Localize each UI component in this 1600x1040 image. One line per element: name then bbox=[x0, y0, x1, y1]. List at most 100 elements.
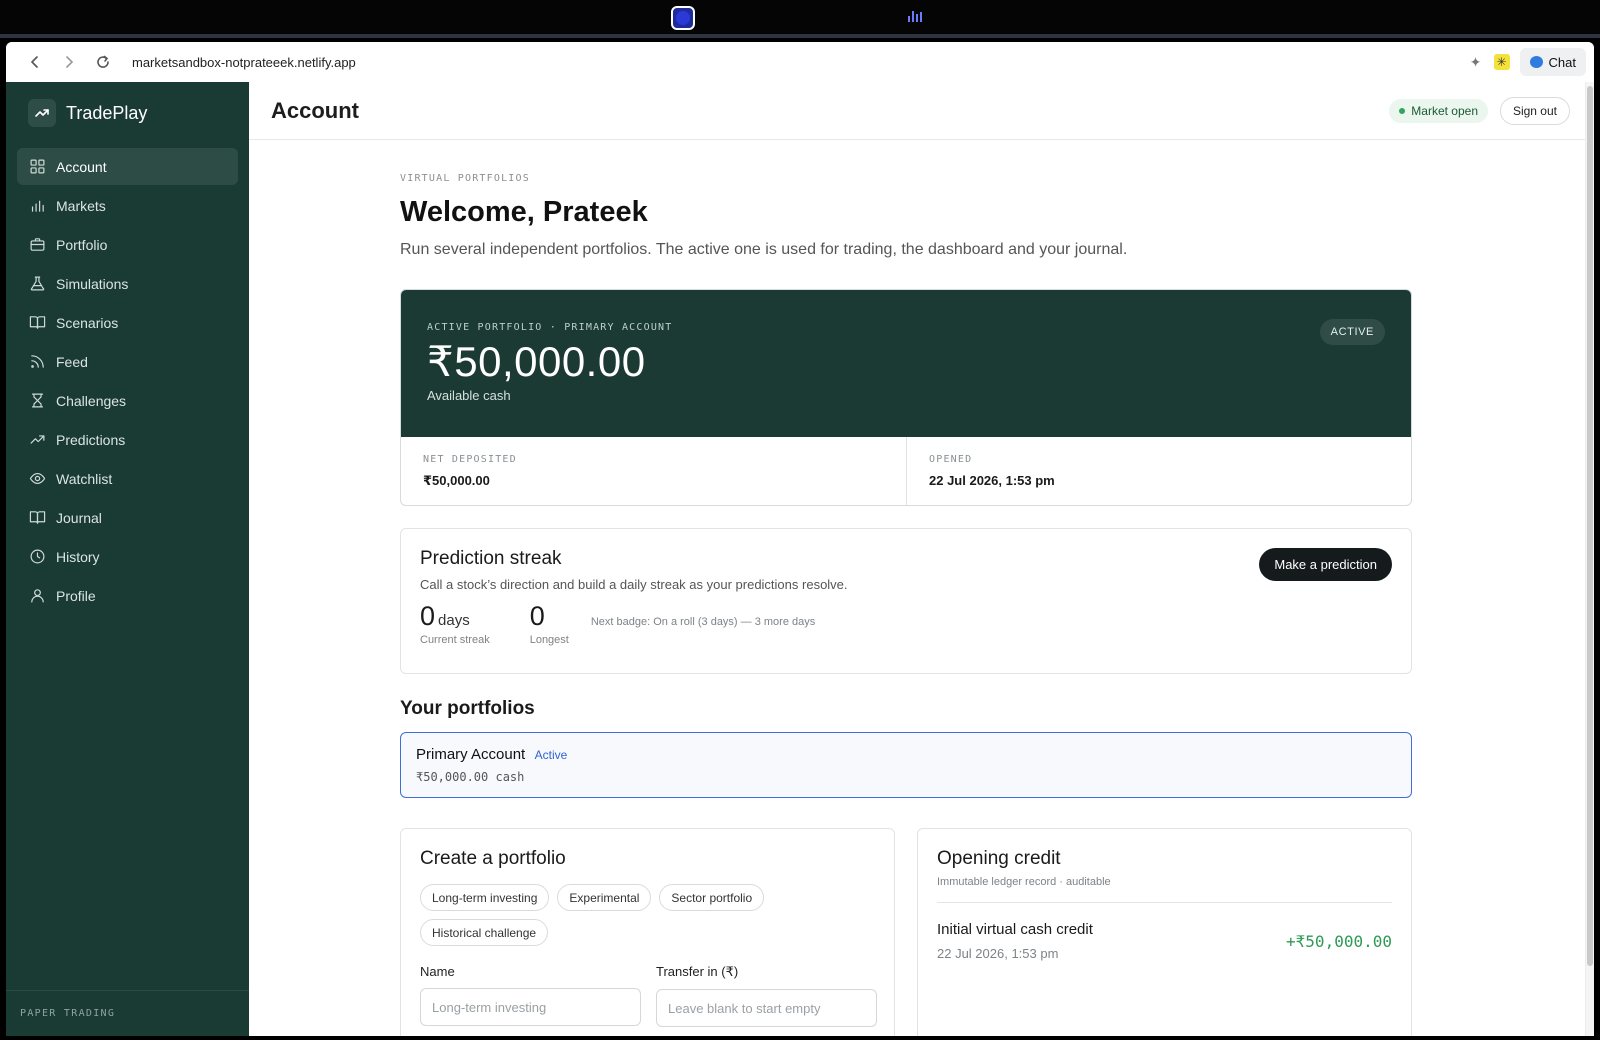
next-badge-text: Next badge: On a roll (3 days) — 3 more … bbox=[590, 616, 816, 628]
net-deposited-value: ₹50,000.00 bbox=[423, 473, 490, 488]
chat-button[interactable]: Chat bbox=[1519, 48, 1586, 76]
market-status-badge: Market open bbox=[1389, 99, 1488, 123]
reload-icon[interactable] bbox=[86, 42, 120, 82]
eye-icon bbox=[28, 470, 46, 488]
active-portfolio-card: ACTIVE PORTFOLIO · PRIMARY ACCOUNT ₹50,0… bbox=[400, 289, 1412, 506]
net-deposited: NET DEPOSITED ₹50,000.00 bbox=[401, 437, 906, 505]
clock-icon bbox=[28, 548, 46, 566]
brand[interactable]: TradePlay bbox=[6, 82, 249, 144]
streak-stats: 0 days Current streak 0 Longest Next badg… bbox=[420, 601, 1411, 646]
ledger-entry-name: Initial virtual cash credit bbox=[937, 921, 1093, 938]
current-streak-value: 0 bbox=[420, 601, 436, 631]
create-portfolio-title: Create a portfolio bbox=[420, 848, 566, 869]
sidebar-item-history[interactable]: History bbox=[17, 538, 238, 575]
sidebar-item-label: Challenges bbox=[56, 392, 127, 409]
app: TradePlay Account Markets Portfolio Simu… bbox=[6, 82, 1594, 1036]
sidebar-item-feed[interactable]: Feed bbox=[17, 343, 238, 380]
preset-chip[interactable]: Experimental bbox=[557, 884, 652, 911]
forward-icon[interactable] bbox=[52, 42, 86, 82]
active-portfolio-details: NET DEPOSITED ₹50,000.00 OPENED 22 Jul 2… bbox=[401, 437, 1411, 505]
available-cash-label: Available cash bbox=[427, 388, 511, 403]
longest-streak: 0 Longest bbox=[529, 601, 569, 645]
grid-icon bbox=[28, 158, 46, 176]
page-title: Account bbox=[271, 97, 359, 123]
sidebar-item-label: Portfolio bbox=[56, 236, 108, 253]
opened-value: 22 Jul 2026, 1:53 pm bbox=[929, 473, 1055, 488]
opening-credit-title: Opening credit bbox=[937, 848, 1061, 869]
sidebar-item-challenges[interactable]: Challenges bbox=[17, 382, 238, 419]
extension-sun-icon[interactable]: ✳ bbox=[1493, 54, 1510, 70]
sidebar-item-predictions[interactable]: Predictions bbox=[17, 421, 238, 458]
portfolio-tools: Create a portfolio Long-term investing E… bbox=[400, 828, 1412, 1036]
name-label: Name bbox=[420, 964, 455, 979]
browser-extensions: ✦ ✳ Chat bbox=[1468, 48, 1586, 76]
sidebar-item-profile[interactable]: Profile bbox=[17, 577, 238, 614]
sidebar: TradePlay Account Markets Portfolio Simu… bbox=[6, 82, 249, 1036]
system-bar bbox=[0, 0, 1600, 38]
preset-chip[interactable]: Long-term investing bbox=[420, 884, 550, 911]
sidebar-item-watchlist[interactable]: Watchlist bbox=[17, 460, 238, 497]
welcome-heading: Welcome, Prateek bbox=[400, 196, 648, 228]
current-streak-unit: days bbox=[438, 612, 470, 629]
preset-chips: Long-term investing Experimental Sector … bbox=[420, 884, 820, 946]
opened-date: OPENED 22 Jul 2026, 1:53 pm bbox=[906, 437, 1411, 505]
hourglass-icon bbox=[28, 392, 46, 410]
sidebar-item-journal[interactable]: Journal bbox=[17, 499, 238, 536]
create-portfolio-card: Create a portfolio Long-term investing E… bbox=[400, 828, 895, 1036]
back-icon[interactable] bbox=[18, 42, 52, 82]
trending-up-logo-icon bbox=[28, 99, 56, 127]
flask-icon bbox=[28, 275, 46, 293]
sidebar-nav: Account Markets Portfolio Simulations Sc… bbox=[6, 148, 249, 614]
current-streak: 0 days Current streak bbox=[420, 601, 490, 646]
portfolios-heading: Your portfolios bbox=[400, 698, 535, 719]
trending-up-icon bbox=[28, 431, 46, 449]
puzzle-icon[interactable]: ✦ bbox=[1468, 54, 1484, 70]
streak-subtitle: Call a stock’s direction and build a dai… bbox=[420, 577, 848, 592]
sidebar-footer: PAPER TRADING bbox=[6, 990, 249, 1036]
brand-name: TradePlay bbox=[66, 102, 148, 123]
page-scrollbar[interactable] bbox=[1585, 82, 1594, 1036]
prediction-streak-card: Prediction streak Call a stock’s directi… bbox=[400, 528, 1412, 674]
page-header: Account Market open Sign out bbox=[249, 82, 1594, 140]
chat-label: Chat bbox=[1548, 54, 1576, 70]
scrollbar-thumb[interactable] bbox=[1587, 86, 1593, 966]
transfer-amount-input[interactable] bbox=[656, 989, 877, 1027]
longest-streak-value: 0 bbox=[529, 601, 545, 631]
sidebar-item-label: History bbox=[56, 548, 100, 565]
portfolio-status: Active bbox=[534, 748, 568, 762]
browser-toolbar: marketsandbox-notprateeek.netlify.app ✦ … bbox=[6, 42, 1594, 82]
preset-chip[interactable]: Sector portfolio bbox=[659, 884, 765, 911]
address-bar[interactable]: marketsandbox-notprateeek.netlify.app bbox=[132, 55, 356, 70]
sidebar-item-label: Account bbox=[56, 158, 107, 175]
briefcase-icon bbox=[28, 236, 46, 254]
net-deposited-label: NET DEPOSITED bbox=[423, 454, 517, 465]
portfolio-list-item[interactable]: Primary Account Active ₹50,000.00 cash bbox=[400, 732, 1412, 798]
active-portfolio-summary: ACTIVE PORTFOLIO · PRIMARY ACCOUNT ₹50,0… bbox=[401, 290, 1411, 437]
sidebar-item-markets[interactable]: Markets bbox=[17, 187, 238, 224]
sidebar-item-label: Watchlist bbox=[56, 470, 113, 487]
make-prediction-button[interactable]: Make a prediction bbox=[1259, 548, 1392, 581]
main-content: Account Market open Sign out VIRTUAL POR… bbox=[249, 82, 1594, 1036]
divider bbox=[937, 902, 1392, 903]
preset-chip[interactable]: Historical challenge bbox=[420, 919, 549, 946]
opening-credit-subtitle: Immutable ledger record · auditable bbox=[937, 876, 1111, 888]
sidebar-item-account[interactable]: Account bbox=[17, 148, 238, 185]
portfolio-name-input[interactable] bbox=[420, 988, 641, 1026]
book-open-icon bbox=[28, 314, 46, 332]
status-dot-icon bbox=[1399, 108, 1406, 114]
sidebar-item-label: Feed bbox=[56, 353, 88, 370]
sidebar-item-scenarios[interactable]: Scenarios bbox=[17, 304, 238, 341]
sign-out-button[interactable]: Sign out bbox=[1499, 97, 1570, 125]
sidebar-item-label: Journal bbox=[56, 509, 102, 526]
audio-level-icon bbox=[908, 11, 922, 22]
user-icon bbox=[28, 587, 46, 605]
ledger-entry: Initial virtual cash credit 22 Jul 2026,… bbox=[937, 921, 1392, 961]
available-cash-amount: ₹50,000.00 bbox=[427, 338, 646, 385]
current-streak-label: Current streak bbox=[420, 633, 490, 646]
active-portfolio-eyebrow: ACTIVE PORTFOLIO · PRIMARY ACCOUNT bbox=[427, 322, 673, 333]
sidebar-item-simulations[interactable]: Simulations bbox=[17, 265, 238, 302]
sidebar-item-portfolio[interactable]: Portfolio bbox=[17, 226, 238, 263]
chat-bubble-icon bbox=[1529, 56, 1543, 68]
book-icon bbox=[28, 509, 46, 527]
create-portfolio-form: Name Transfer in (₹) bbox=[420, 964, 877, 1027]
